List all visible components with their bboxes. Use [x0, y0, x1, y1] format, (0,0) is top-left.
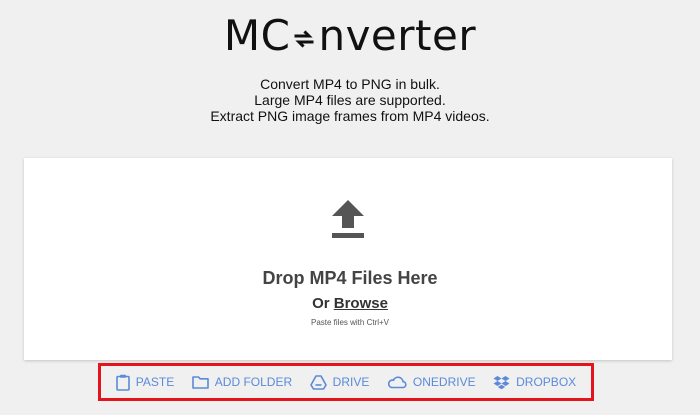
onedrive-button[interactable]: ONEDRIVE: [387, 375, 476, 389]
upload-icon: [332, 200, 364, 238]
drive-button[interactable]: DRIVE: [309, 374, 370, 390]
dropbox-label: DROPBOX: [516, 375, 577, 389]
paste-label: PASTE: [135, 375, 175, 389]
app-logo: MC nverter: [0, 8, 700, 64]
onedrive-icon: [387, 375, 407, 388]
swap-arrows-icon: [294, 30, 314, 48]
dropbox-icon: [493, 375, 510, 389]
onedrive-label: ONEDRIVE: [412, 375, 476, 389]
dropbox-button[interactable]: DROPBOX: [493, 375, 576, 390]
google-drive-icon: [309, 374, 327, 390]
drop-title: Drop MP4 Files Here: [262, 268, 438, 288]
or-browse: Or Browse: [0, 295, 700, 312]
paste-button[interactable]: PASTE: [115, 374, 175, 391]
or-text: Or: [312, 295, 330, 312]
tagline-line-2: Large MP4 files are supported.: [254, 92, 446, 108]
paste-hint: Paste files with Ctrl+V: [310, 318, 390, 327]
drop-zone[interactable]: [24, 158, 672, 360]
tagline-line-3: Extract PNG image frames from MP4 videos…: [210, 108, 490, 124]
logo-prefix: MC: [223, 11, 291, 60]
add-folder-button[interactable]: ADD FOLDER: [191, 375, 293, 389]
browse-link[interactable]: Browse: [334, 295, 388, 312]
source-toolbar: PASTE ADD FOLDER DRIVE ONEDRIVE DROPBOX: [98, 363, 594, 401]
add-folder-label: ADD FOLDER: [214, 375, 293, 389]
drive-label: DRIVE: [332, 375, 370, 389]
tagline-line-1: Convert MP4 to PNG in bulk.: [260, 76, 440, 92]
logo-suffix: nverter: [318, 11, 477, 60]
folder-icon: [191, 376, 209, 389]
clipboard-icon: [115, 374, 130, 391]
tagline: Convert MP4 to PNG in bulk. Large MP4 fi…: [0, 76, 700, 124]
